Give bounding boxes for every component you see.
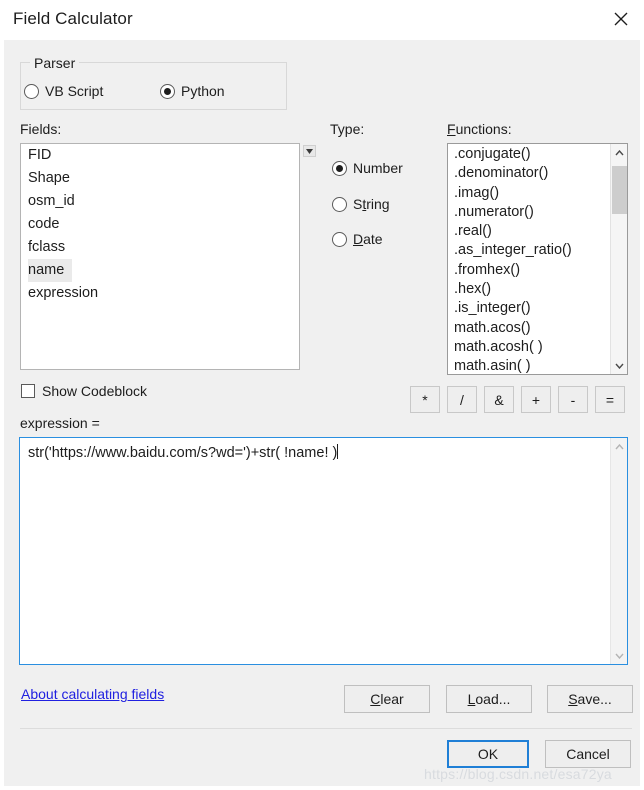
- radio-indicator-date: [332, 231, 347, 247]
- radio-indicator-string: [332, 196, 347, 212]
- radio-indicator-vbscript: [24, 83, 39, 99]
- operator-button-plus[interactable]: +: [521, 386, 551, 413]
- functions-list[interactable]: .conjugate() .denominator() .imag() .num…: [447, 143, 628, 375]
- list-item-selected[interactable]: name: [28, 259, 73, 282]
- list-item[interactable]: .as_integer_ratio(): [448, 241, 609, 260]
- parser-radio-label-python: Python: [181, 83, 225, 99]
- list-item[interactable]: .real(): [448, 222, 609, 241]
- functions-list-inner: .conjugate() .denominator() .imag() .num…: [448, 144, 609, 374]
- parser-radio-python[interactable]: Python: [160, 83, 225, 99]
- list-item[interactable]: .hex(): [448, 280, 609, 299]
- load-button[interactable]: Load...: [446, 685, 532, 713]
- list-item[interactable]: osm_id: [21, 190, 299, 213]
- list-item[interactable]: Shape: [21, 167, 299, 190]
- cancel-button[interactable]: Cancel: [545, 740, 631, 768]
- parser-radio-vbscript[interactable]: VB Script: [24, 83, 103, 99]
- type-label: Type:: [330, 121, 365, 137]
- list-item[interactable]: fclass: [21, 236, 299, 259]
- about-calculating-fields-link[interactable]: About calculating fields: [21, 686, 164, 702]
- radio-indicator-number: [332, 160, 347, 176]
- type-radio-label-number: Number: [353, 160, 403, 176]
- parser-radio-label-vbscript: VB Script: [45, 83, 104, 99]
- chevron-up-icon: [615, 443, 624, 449]
- operator-button-equals[interactable]: =: [595, 386, 625, 413]
- expression-value: str('https://www.baidu.com/s?wd=')+str( …: [28, 445, 338, 461]
- list-item[interactable]: .fromhex(): [448, 261, 609, 280]
- fields-scroll-down-button[interactable]: [303, 145, 316, 157]
- dialog-body: Parser VB Script Python Fields: Type: Fu…: [0, 40, 644, 790]
- show-codeblock-label: Show Codeblock: [42, 383, 148, 399]
- list-item[interactable]: .denominator(): [448, 164, 609, 183]
- list-item[interactable]: .imag(): [448, 184, 609, 203]
- list-item[interactable]: expression: [21, 282, 299, 305]
- title-bar: Field Calculator: [0, 0, 644, 41]
- radio-indicator-python: [160, 83, 175, 99]
- operator-button-divide[interactable]: /: [447, 386, 477, 413]
- parser-legend: Parser: [30, 55, 80, 71]
- footer-divider: [20, 728, 632, 729]
- fields-label: Fields:: [20, 121, 62, 137]
- list-item[interactable]: .is_integer(): [448, 299, 609, 318]
- list-item[interactable]: code: [21, 213, 299, 236]
- chevron-down-icon: [615, 653, 624, 659]
- type-radio-number[interactable]: Number: [332, 160, 403, 176]
- expression-input[interactable]: str('https://www.baidu.com/s?wd=')+str( …: [19, 437, 628, 665]
- operator-button-multiply[interactable]: *: [410, 386, 440, 413]
- type-radio-date[interactable]: Date: [332, 231, 383, 247]
- fields-list[interactable]: FID Shape osm_id code fclass name expres…: [20, 143, 300, 370]
- type-radio-string[interactable]: String: [332, 196, 390, 212]
- save-button[interactable]: Save...: [547, 685, 633, 713]
- expression-scroll-down-button[interactable]: [611, 647, 627, 664]
- scrollbar-thumb[interactable]: [612, 166, 627, 214]
- close-icon: [614, 12, 628, 26]
- operator-button-and[interactable]: &: [484, 386, 514, 413]
- scroll-down-button[interactable]: [611, 357, 627, 374]
- text-caret: [337, 444, 339, 459]
- list-item[interactable]: .conjugate(): [448, 145, 609, 164]
- checkbox-indicator: [21, 384, 35, 398]
- list-item[interactable]: math.acos(): [448, 319, 609, 338]
- functions-label: Functions:: [447, 121, 512, 137]
- ok-button[interactable]: OK: [447, 740, 529, 768]
- field-calculator-dialog: Field Calculator Parser VB Script Python…: [0, 0, 644, 790]
- operator-button-minus[interactable]: -: [558, 386, 588, 413]
- list-item[interactable]: FID: [21, 144, 299, 167]
- expression-text: str('https://www.baidu.com/s?wd=')+str( …: [28, 444, 339, 461]
- show-codeblock-checkbox[interactable]: Show Codeblock: [21, 383, 147, 399]
- list-item[interactable]: math.asin( ): [448, 357, 609, 374]
- functions-scrollbar[interactable]: [610, 144, 627, 374]
- close-button[interactable]: [598, 0, 644, 38]
- clear-button[interactable]: Clear: [344, 685, 430, 713]
- expression-scrollbar[interactable]: [610, 438, 627, 664]
- scroll-down-icon: [306, 148, 313, 154]
- type-radio-label-string: String: [353, 196, 390, 212]
- chevron-up-icon: [615, 149, 624, 155]
- window-title: Field Calculator: [13, 9, 133, 28]
- type-radio-label-date: Date: [353, 231, 383, 247]
- expression-scroll-up-button[interactable]: [611, 438, 627, 455]
- operator-button-row: * / & + - =: [410, 386, 625, 413]
- list-item[interactable]: math.acosh( ): [448, 338, 609, 357]
- list-item[interactable]: .numerator(): [448, 203, 609, 222]
- scroll-up-button[interactable]: [611, 144, 627, 161]
- expression-label: expression =: [20, 415, 100, 431]
- chevron-down-icon: [615, 363, 624, 369]
